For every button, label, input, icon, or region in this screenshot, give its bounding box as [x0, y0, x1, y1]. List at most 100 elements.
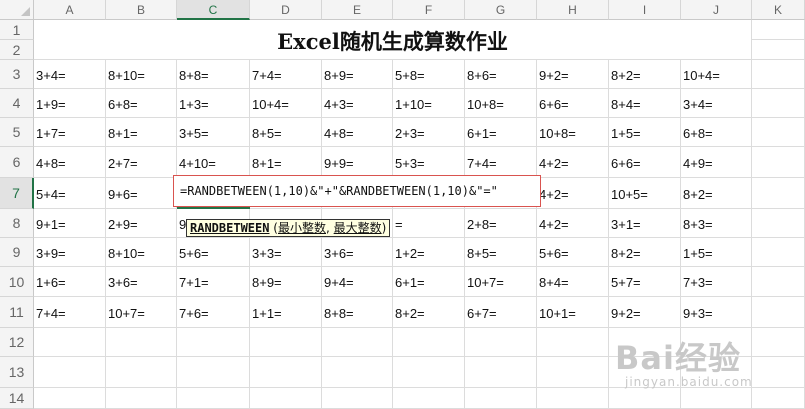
cell-i11[interactable]: 9+2= [609, 297, 681, 328]
column-header-i[interactable]: I [609, 0, 681, 20]
cell-a7[interactable]: 5+4= [34, 178, 106, 209]
cell-h5[interactable]: 10+8= [537, 118, 609, 147]
cell-h4[interactable]: 6+6= [537, 89, 609, 118]
empty-cell[interactable] [465, 328, 537, 357]
column-header-b[interactable]: B [106, 0, 177, 20]
cell-f5[interactable]: 2+3= [393, 118, 465, 147]
cell-j6[interactable]: 4+9= [681, 147, 752, 178]
cell-e5[interactable]: 4+8= [322, 118, 393, 147]
cell-b4[interactable]: 6+8= [106, 89, 177, 118]
cell-f10[interactable]: 6+1= [393, 267, 465, 297]
empty-cell[interactable] [681, 388, 752, 409]
cell-k3[interactable] [752, 60, 805, 89]
cell-d5[interactable]: 8+5= [250, 118, 322, 147]
empty-cell[interactable] [177, 388, 250, 409]
tooltip-arg-max[interactable]: 最大整数 [334, 221, 382, 235]
cell-g5[interactable]: 6+1= [465, 118, 537, 147]
cell-g3[interactable]: 8+6= [465, 60, 537, 89]
cell-e10[interactable]: 9+4= [322, 267, 393, 297]
cell-b9[interactable]: 8+10= [106, 238, 177, 267]
empty-cell[interactable] [752, 328, 805, 357]
cell-b6[interactable]: 2+7= [106, 147, 177, 178]
row-header-14[interactable]: 14 [0, 388, 34, 409]
cell-a3[interactable]: 3+4= [34, 60, 106, 89]
row-header-2[interactable]: 2 [0, 40, 34, 60]
cell-j4[interactable]: 3+4= [681, 89, 752, 118]
cell-b7[interactable]: 9+6= [106, 178, 177, 209]
cell-c5[interactable]: 3+5= [177, 118, 250, 147]
cell-i6[interactable]: 6+6= [609, 147, 681, 178]
empty-cell[interactable] [322, 388, 393, 409]
empty-cell[interactable] [322, 357, 393, 388]
cell-d6[interactable]: 8+1= [250, 147, 322, 178]
column-header-d[interactable]: D [250, 0, 322, 20]
cell-f11[interactable]: 8+2= [393, 297, 465, 328]
cell-d10[interactable]: 8+9= [250, 267, 322, 297]
empty-cell[interactable] [106, 328, 177, 357]
cell-k10[interactable] [752, 267, 805, 297]
cell-i9[interactable]: 8+2= [609, 238, 681, 267]
cell-e9[interactable]: 3+6= [322, 238, 393, 267]
formula-edit-box[interactable]: =RANDBETWEEN(1,10)&"+"&RANDBETWEEN(1,10)… [173, 175, 541, 207]
cell-f9[interactable]: 1+2= [393, 238, 465, 267]
cell-d11[interactable]: 1+1= [250, 297, 322, 328]
cell-g10[interactable]: 10+7= [465, 267, 537, 297]
row-header-4[interactable]: 4 [0, 89, 34, 118]
cell-c9[interactable]: 5+6= [177, 238, 250, 267]
sheet-title[interactable]: Excel随机生成算数作业 [34, 20, 752, 60]
cell-i3[interactable]: 8+2= [609, 60, 681, 89]
empty-cell[interactable] [752, 388, 805, 409]
row-header-3[interactable]: 3 [0, 60, 34, 89]
cell-c3[interactable]: 8+8= [177, 60, 250, 89]
cell-j5[interactable]: 6+8= [681, 118, 752, 147]
tooltip-arg-min[interactable]: 最小整数 [278, 221, 326, 235]
column-header-f[interactable]: F [393, 0, 465, 20]
cell-h11[interactable]: 10+1= [537, 297, 609, 328]
cell-g11[interactable]: 6+7= [465, 297, 537, 328]
empty-cell[interactable] [250, 388, 322, 409]
empty-cell[interactable] [322, 328, 393, 357]
empty-cell[interactable] [177, 357, 250, 388]
cell-e3[interactable]: 8+9= [322, 60, 393, 89]
empty-cell[interactable] [393, 357, 465, 388]
cell-a6[interactable]: 4+8= [34, 147, 106, 178]
cell-h3[interactable]: 9+2= [537, 60, 609, 89]
cell-k7[interactable] [752, 178, 805, 209]
cell-k5[interactable] [752, 118, 805, 147]
column-header-e[interactable]: E [322, 0, 393, 20]
empty-cell[interactable] [177, 328, 250, 357]
empty-cell[interactable] [393, 328, 465, 357]
cell-b5[interactable]: 8+1= [106, 118, 177, 147]
empty-cell[interactable] [537, 357, 609, 388]
empty-cell[interactable] [465, 357, 537, 388]
cell-h10[interactable]: 8+4= [537, 267, 609, 297]
cell-c10[interactable]: 7+1= [177, 267, 250, 297]
row-header-5[interactable]: 5 [0, 118, 34, 147]
cell-f4[interactable]: 1+10= [393, 89, 465, 118]
select-all-corner[interactable] [0, 0, 34, 20]
column-header-h[interactable]: H [537, 0, 609, 20]
row-header-1[interactable]: 1 [0, 20, 34, 40]
cell-h9[interactable]: 5+6= [537, 238, 609, 267]
empty-cell[interactable] [393, 388, 465, 409]
cell-j10[interactable]: 7+3= [681, 267, 752, 297]
cell-b11[interactable]: 10+7= [106, 297, 177, 328]
empty-cell[interactable] [752, 40, 805, 60]
cell-g6[interactable]: 7+4= [465, 147, 537, 178]
cell-h8[interactable]: 4+2= [537, 209, 609, 238]
empty-cell[interactable] [752, 20, 805, 40]
cell-e6[interactable]: 9+9= [322, 147, 393, 178]
cell-a10[interactable]: 1+6= [34, 267, 106, 297]
cell-g4[interactable]: 10+8= [465, 89, 537, 118]
cell-a4[interactable]: 1+9= [34, 89, 106, 118]
cell-k8[interactable] [752, 209, 805, 238]
cell-h6[interactable]: 4+2= [537, 147, 609, 178]
cell-e4[interactable]: 4+3= [322, 89, 393, 118]
cell-h7[interactable]: 4+2= [537, 178, 609, 209]
column-header-g[interactable]: G [465, 0, 537, 20]
cell-i5[interactable]: 1+5= [609, 118, 681, 147]
cell-f8[interactable]: = [393, 209, 465, 238]
cell-a5[interactable]: 1+7= [34, 118, 106, 147]
cell-d9[interactable]: 3+3= [250, 238, 322, 267]
cell-g9[interactable]: 8+5= [465, 238, 537, 267]
